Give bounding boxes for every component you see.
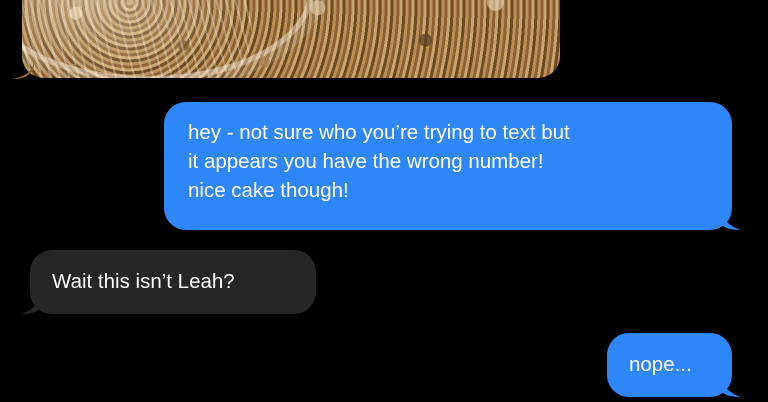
message-text: Wait this isn’t Leah? xyxy=(52,270,235,293)
message-text-line: it appears you have the wrong number! xyxy=(188,150,544,173)
message-text-line: hey - not sure who you’re trying to text… xyxy=(188,121,570,144)
bubble-tail xyxy=(721,375,741,397)
message-text: nope... xyxy=(629,353,692,376)
bubble-tail xyxy=(721,208,741,230)
sent-message-bubble[interactable]: nope... xyxy=(607,333,741,397)
message-text-line: nice cake though! xyxy=(188,179,349,202)
bubble-tail xyxy=(21,292,41,314)
received-photo-message[interactable] xyxy=(22,0,560,78)
cake-photo xyxy=(22,0,560,78)
received-message-bubble[interactable]: Wait this isn’t Leah? xyxy=(21,250,316,314)
sent-message-bubble[interactable]: hey - not sure who you’re trying to text… xyxy=(164,102,741,230)
messages-screen: hey - not sure who you’re trying to text… xyxy=(0,0,768,402)
